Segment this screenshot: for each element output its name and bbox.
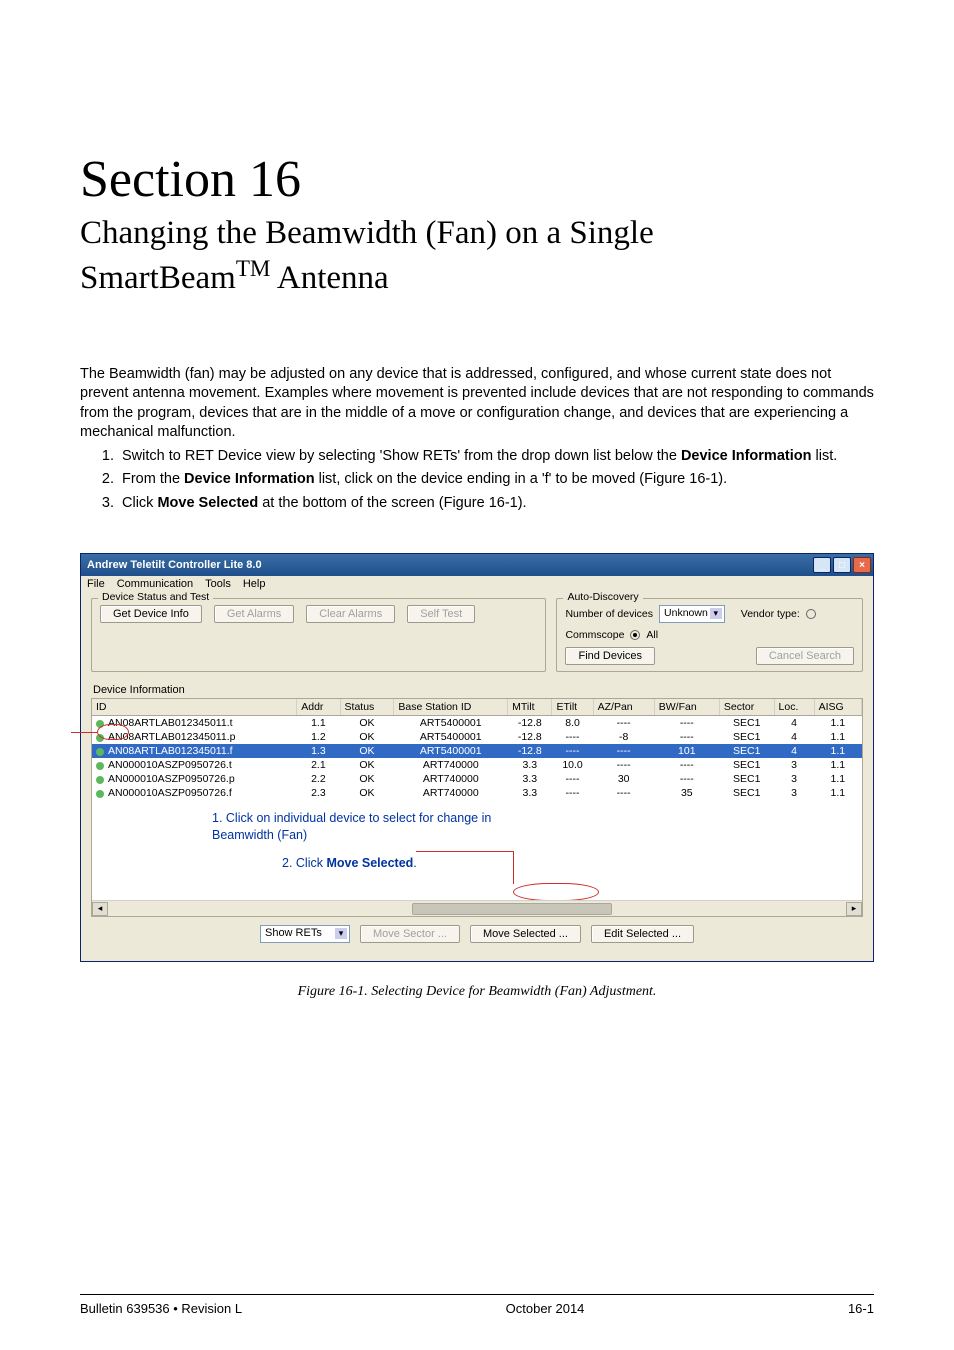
table-header[interactable]: Sector (719, 699, 774, 716)
find-devices-button[interactable]: Find Devices (565, 647, 655, 665)
intro-paragraph: The Beamwidth (fan) may be adjusted on a… (80, 365, 874, 443)
vendor-all-radio[interactable] (630, 630, 640, 640)
scroll-left-icon[interactable]: ◂ (92, 902, 108, 916)
cancel-search-button[interactable]: Cancel Search (756, 647, 854, 665)
footer-center: October 2014 (506, 1301, 585, 1316)
page-footer: Bulletin 639536 • Revision L October 201… (80, 1294, 874, 1316)
table-row[interactable]: AN000010ASZP0950726.f2.3OKART7400003.3--… (92, 786, 862, 800)
move-sector-button[interactable]: Move Sector ... (360, 925, 460, 943)
device-status-legend: Device Status and Test (98, 591, 213, 603)
table-header[interactable]: Loc. (774, 699, 814, 716)
callout-circle-row (97, 724, 129, 740)
vendor-commscope-text: Commscope (565, 629, 624, 641)
table-header[interactable]: BW/Fan (654, 699, 719, 716)
step-1: Switch to RET Device view by selecting '… (118, 447, 874, 467)
menu-communication[interactable]: Communication (117, 578, 193, 590)
window-title: Andrew Teletilt Controller Lite 8.0 (87, 559, 262, 571)
menu-help[interactable]: Help (243, 578, 266, 590)
table-row[interactable]: AN000010ASZP0950726.p2.2OKART7400003.3--… (92, 772, 862, 786)
device-information-label: Device Information (93, 684, 861, 696)
scroll-right-icon[interactable]: ▸ (846, 902, 862, 916)
show-rets-select[interactable]: Show RETs (260, 925, 350, 943)
close-button[interactable]: × (853, 557, 871, 573)
scroll-thumb[interactable] (412, 903, 612, 915)
self-test-button[interactable]: Self Test (407, 605, 475, 623)
get-alarms-button[interactable]: Get Alarms (214, 605, 294, 623)
menu-file[interactable]: File (87, 578, 105, 590)
window-titlebar: Andrew Teletilt Controller Lite 8.0 _ □ … (81, 554, 873, 576)
table-header[interactable]: Status (340, 699, 394, 716)
annotation-1: 1. Click on individual device to select … (212, 810, 572, 843)
annotation-2: 2. Click Move Selected. (282, 855, 417, 871)
menu-tools[interactable]: Tools (205, 578, 231, 590)
horizontal-scrollbar[interactable]: ◂ ▸ (92, 900, 862, 916)
table-header[interactable]: AISG (814, 699, 861, 716)
step-3: Click Move Selected at the bottom of the… (118, 494, 874, 514)
step-list: Switch to RET Device view by selecting '… (80, 447, 874, 514)
table-row[interactable]: AN08ARTLAB012345011.p1.2OKART5400001-12.… (92, 730, 862, 744)
app-window: Andrew Teletilt Controller Lite 8.0 _ □ … (80, 553, 874, 962)
footer-left: Bulletin 639536 • Revision L (80, 1301, 242, 1316)
minimize-button[interactable]: _ (813, 557, 831, 573)
footer-right: 16-1 (848, 1301, 874, 1316)
num-devices-select[interactable]: Unknown (659, 605, 725, 623)
edit-selected-button[interactable]: Edit Selected ... (591, 925, 694, 943)
callout-line-row (71, 732, 97, 733)
table-row[interactable]: AN08ARTLAB012345011.t1.1OKART5400001-12.… (92, 716, 862, 731)
vendor-all-text: All (646, 629, 658, 641)
maximize-button[interactable]: □ (833, 557, 851, 573)
get-device-info-button[interactable]: Get Device Info (100, 605, 202, 623)
table-row[interactable]: AN08ARTLAB012345011.f1.3OKART5400001-12.… (92, 744, 862, 758)
vendor-label: Vendor type: (741, 608, 800, 620)
table-header[interactable]: AZ/Pan (593, 699, 654, 716)
step-2: From the Device Information list, click … (118, 470, 874, 490)
move-selected-button[interactable]: Move Selected ... (470, 925, 581, 943)
table-header[interactable]: MTilt (508, 699, 552, 716)
table-header[interactable]: ID (92, 699, 297, 716)
table-header[interactable]: Base Station ID (394, 699, 508, 716)
num-devices-label: Number of devices (565, 608, 653, 620)
section-title: Changing the Beamwidth (Fan) on a Single… (80, 213, 874, 300)
table-row[interactable]: AN000010ASZP0950726.t2.1OKART7400003.310… (92, 758, 862, 772)
figure-caption: Figure 16-1. Selecting Device for Beamwi… (80, 984, 874, 1000)
table-header[interactable]: ETilt (552, 699, 593, 716)
device-table: IDAddrStatusBase Station IDMTiltETiltAZ/… (91, 698, 863, 917)
vendor-commscope-radio[interactable] (806, 609, 816, 619)
section-label: Section 16 (80, 150, 874, 209)
clear-alarms-button[interactable]: Clear Alarms (306, 605, 395, 623)
auto-discovery-legend: Auto-Discovery (563, 591, 642, 603)
menubar: File Communication Tools Help (81, 576, 873, 592)
table-header[interactable]: Addr (297, 699, 340, 716)
